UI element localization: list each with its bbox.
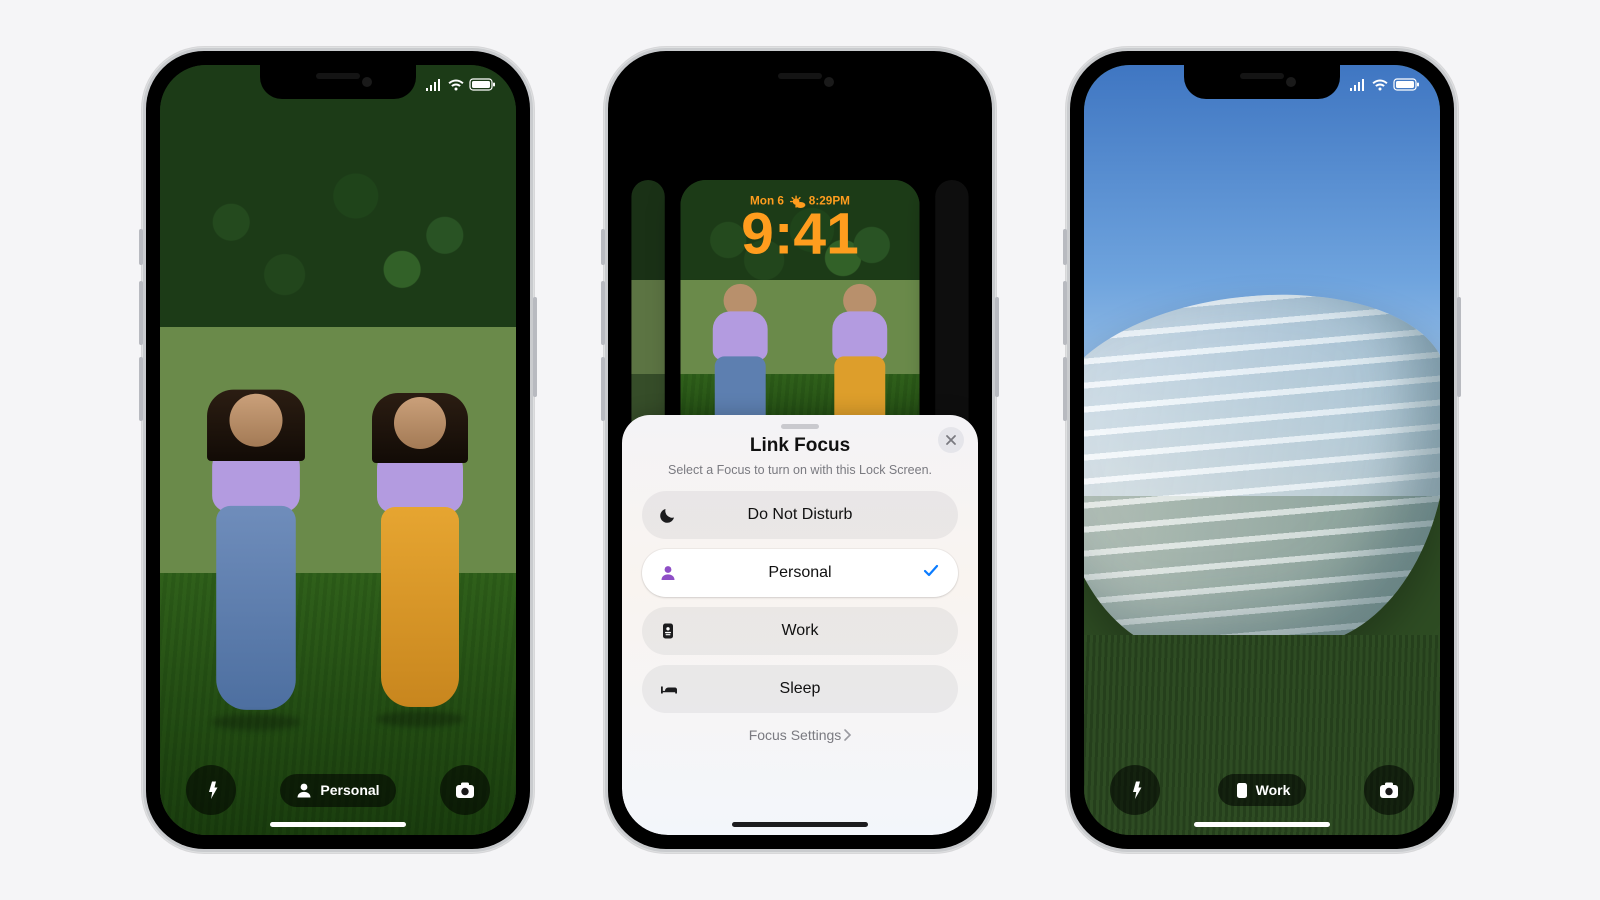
sheet-title: Link Focus bbox=[622, 435, 978, 457]
home-indicator[interactable] bbox=[1194, 822, 1330, 827]
notch bbox=[722, 65, 878, 99]
flashlight-icon bbox=[1129, 781, 1142, 800]
camera-icon bbox=[1379, 781, 1399, 799]
lock-screen[interactable]: Mon 6 8:29PM 9:41 Personal bbox=[160, 65, 516, 835]
badge-icon bbox=[660, 623, 676, 640]
wallpaper-figure-right bbox=[364, 397, 476, 727]
iphone-personal-lockscreen: Mon 6 8:29PM 9:41 Personal bbox=[142, 47, 534, 853]
flashlight-icon bbox=[205, 781, 218, 800]
notch bbox=[1184, 65, 1340, 99]
wallpaper-figure-left bbox=[199, 394, 313, 731]
camera-button[interactable] bbox=[1364, 765, 1414, 815]
lock-screen[interactable]: Mon 6 65° 9:41 9:30–10:00 AM Meet w/ eng… bbox=[1084, 65, 1440, 835]
close-button[interactable] bbox=[938, 427, 964, 453]
moon-icon bbox=[660, 507, 676, 523]
wallpaper-architecture bbox=[1084, 65, 1440, 835]
focus-settings-label: Focus Settings bbox=[749, 727, 842, 743]
mini-time: 9:41 bbox=[680, 207, 919, 260]
focus-option-label: Sleep bbox=[780, 680, 821, 698]
focus-option-label: Personal bbox=[768, 564, 831, 582]
focus-option-dnd[interactable]: Do Not Disturb bbox=[642, 491, 958, 539]
focus-option-label: Do Not Disturb bbox=[748, 506, 853, 524]
close-icon bbox=[945, 434, 957, 446]
focus-options: Do Not Disturb Personal Work Sleep bbox=[622, 491, 978, 713]
signal-icon bbox=[425, 79, 442, 91]
status-bar bbox=[425, 78, 496, 91]
battery-icon bbox=[1394, 78, 1420, 91]
badge-icon bbox=[1234, 782, 1248, 798]
focus-pill[interactable]: Personal bbox=[280, 774, 395, 807]
sheet-grabber[interactable] bbox=[781, 424, 819, 429]
sheet-subtitle: Select a Focus to turn on with this Lock… bbox=[642, 463, 958, 477]
link-focus-sheet: Link Focus Select a Focus to turn on wit… bbox=[622, 415, 978, 835]
camera-icon bbox=[455, 781, 475, 799]
signal-icon bbox=[1349, 79, 1366, 91]
battery-icon bbox=[470, 78, 496, 91]
focus-pill-label: Personal bbox=[320, 782, 379, 798]
status-bar bbox=[1349, 78, 1420, 91]
wallpaper-photo bbox=[160, 65, 516, 835]
home-indicator[interactable] bbox=[270, 822, 406, 827]
focus-settings-link[interactable]: Focus Settings bbox=[622, 727, 978, 743]
focus-option-sleep[interactable]: Sleep bbox=[642, 665, 958, 713]
person-icon bbox=[660, 565, 676, 582]
focus-option-label: Work bbox=[781, 622, 818, 640]
three-phone-stage: Mon 6 8:29PM 9:41 Personal bbox=[0, 0, 1600, 900]
focus-option-work[interactable]: Work bbox=[642, 607, 958, 655]
camera-button[interactable] bbox=[440, 765, 490, 815]
flashlight-button[interactable] bbox=[186, 765, 236, 815]
wifi-icon bbox=[448, 79, 464, 91]
focus-pill[interactable]: Work bbox=[1218, 774, 1307, 806]
focus-pill-label: Work bbox=[1256, 782, 1291, 798]
wifi-icon bbox=[1372, 79, 1388, 91]
chevron-right-icon bbox=[845, 730, 851, 741]
bed-icon bbox=[660, 683, 678, 696]
iphone-work-lockscreen: Mon 6 65° 9:41 9:30–10:00 AM Meet w/ eng… bbox=[1066, 47, 1458, 853]
person-icon bbox=[296, 782, 312, 799]
focus-option-personal[interactable]: Personal bbox=[642, 549, 958, 597]
flashlight-button[interactable] bbox=[1110, 765, 1160, 815]
home-indicator[interactable] bbox=[732, 822, 868, 827]
check-icon bbox=[924, 564, 938, 582]
iphone-link-focus-sheet: Mon 6 8:29PM 9:41 Link Focus Select a Fo… bbox=[604, 47, 996, 853]
notch bbox=[260, 65, 416, 99]
